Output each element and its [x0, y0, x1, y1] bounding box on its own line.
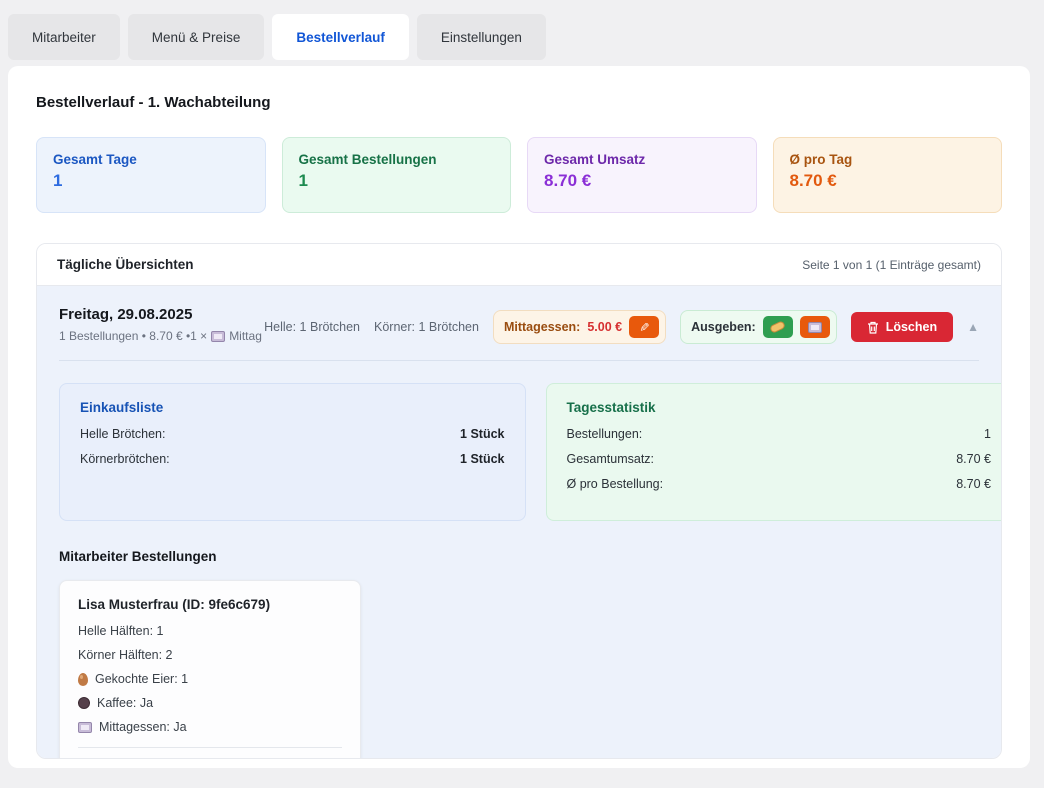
- order-line-label: Helle Hälften: 1: [78, 624, 163, 638]
- order-line: Körner Hälften: 2: [78, 648, 342, 662]
- row-value: 8.70 €: [956, 477, 991, 491]
- stats-row: Gesamt Tage 1 Gesamt Bestellungen 1 Gesa…: [36, 137, 1002, 213]
- tagesstatistik-title: Tagesstatistik: [567, 400, 992, 415]
- stat-card-gesamt-bestellungen: Gesamt Bestellungen 1: [282, 137, 512, 213]
- daily-overview-title: Tägliche Übersichten: [57, 257, 194, 272]
- row-value: 8.70 €: [956, 452, 991, 466]
- egg-icon: [78, 673, 88, 686]
- stat-card-avg-pro-tag: Ø pro Tag 8.70 €: [773, 137, 1003, 213]
- order-line-label: Kaffee: Ja: [97, 696, 153, 710]
- mittagessen-price: 5.00 €: [587, 320, 622, 334]
- delete-day-button[interactable]: Löschen: [851, 312, 953, 342]
- stat-value: 1: [53, 171, 249, 191]
- order-line: Kaffee: Ja: [78, 696, 342, 710]
- delete-day-label: Löschen: [886, 320, 937, 334]
- day-date: Freitag, 29.08.2025: [59, 306, 262, 323]
- order-line: Mittagessen: Ja: [78, 720, 342, 734]
- tab-mitarbeiter[interactable]: Mitarbeiter: [8, 14, 120, 60]
- stat-label: Gesamt Tage: [53, 152, 249, 167]
- einkaufsliste-panel: Einkaufsliste Helle Brötchen: 1 Stück Kö…: [59, 383, 526, 521]
- day-divider: [59, 360, 979, 361]
- give-bread-button[interactable]: [763, 316, 793, 338]
- tagesstatistik-row: Bestellungen: 1: [567, 427, 992, 441]
- employee-order-card: Lisa Musterfrau (ID: 9fe6c679) Helle Häl…: [59, 580, 361, 759]
- row-value: 1 Stück: [460, 452, 504, 466]
- order-line-label: Gekochte Eier: 1: [95, 672, 188, 686]
- stat-value: 1: [299, 171, 495, 191]
- stat-label: Gesamt Umsatz: [544, 152, 740, 167]
- row-label: Ø pro Bestellung:: [567, 477, 664, 491]
- day-header-row: Freitag, 29.08.2025 1 Bestellungen • 8.7…: [59, 306, 979, 344]
- koerner-count: Körner: 1 Brötchen: [374, 320, 479, 334]
- row-value: 1: [984, 427, 991, 441]
- order-line: Gekochte Eier: 1: [78, 672, 342, 686]
- bento-icon: [78, 722, 92, 733]
- row-label: Körnerbrötchen:: [80, 452, 170, 466]
- tab-bestellverlauf[interactable]: Bestellverlauf: [272, 14, 409, 60]
- mittagessen-label: Mittagessen:: [504, 320, 580, 334]
- ausgeben-label: Ausgeben:: [691, 320, 756, 334]
- tagesstatistik-row: Ø pro Bestellung: 8.70 €: [567, 477, 992, 491]
- order-line-label: Körner Hälften: 2: [78, 648, 173, 662]
- tab-einstellungen[interactable]: Einstellungen: [417, 14, 546, 60]
- trash-icon: [867, 321, 879, 334]
- day-summary-text: 1 Bestellungen • 8.70 € •1 ×: [59, 329, 207, 343]
- stat-card-gesamt-umsatz: Gesamt Umsatz 8.70 €: [527, 137, 757, 213]
- chevron-up-icon[interactable]: ▲: [967, 320, 979, 334]
- bento-icon: [808, 322, 822, 333]
- einkaufsliste-row: Helle Brötchen: 1 Stück: [80, 427, 505, 441]
- day-info: Freitag, 29.08.2025 1 Bestellungen • 8.7…: [59, 306, 262, 343]
- main-content-card: Bestellverlauf - 1. Wachabteilung Gesamt…: [8, 66, 1030, 768]
- page-title: Bestellverlauf - 1. Wachabteilung: [36, 94, 1002, 111]
- row-label: Gesamtumsatz:: [567, 452, 655, 466]
- row-label: Bestellungen:: [567, 427, 643, 441]
- day-summary: 1 Bestellungen • 8.70 € •1 × Mittag: [59, 329, 262, 343]
- bread-icon: [769, 320, 786, 334]
- row-label: Helle Brötchen:: [80, 427, 165, 441]
- mittagessen-chip: Mittagessen: 5.00 € ✎: [493, 310, 666, 344]
- daily-overview-header: Tägliche Übersichten Seite 1 von 1 (1 Ei…: [37, 244, 1001, 286]
- day-panels: Einkaufsliste Helle Brötchen: 1 Stück Kö…: [59, 383, 1002, 521]
- pencil-icon: ✎: [638, 322, 650, 332]
- order-line: Helle Hälften: 1: [78, 624, 342, 638]
- daily-overview-body: Freitag, 29.08.2025 1 Bestellungen • 8.7…: [37, 286, 1001, 758]
- helle-count: Helle: 1 Brötchen: [264, 320, 360, 334]
- tagesstatistik-panel: Tagesstatistik Bestellungen: 1 Gesamtums…: [546, 383, 1003, 521]
- ausgeben-chip: Ausgeben:: [680, 310, 837, 344]
- daily-overview-section: Tägliche Übersichten Seite 1 von 1 (1 Ei…: [36, 243, 1002, 759]
- bento-icon: [211, 331, 225, 342]
- stat-value: 8.70 €: [544, 171, 740, 191]
- tab-menu-preise[interactable]: Menü & Preise: [128, 14, 265, 60]
- stat-card-gesamt-tage: Gesamt Tage 1: [36, 137, 266, 213]
- stat-label: Ø pro Tag: [790, 152, 986, 167]
- day-summary-lunch-label: Mittag: [229, 329, 262, 343]
- order-line-label: Mittagessen: Ja: [99, 720, 187, 734]
- tab-bar: Mitarbeiter Menü & Preise Bestellverlauf…: [0, 0, 1044, 60]
- stat-label: Gesamt Bestellungen: [299, 152, 495, 167]
- einkaufsliste-row: Körnerbrötchen: 1 Stück: [80, 452, 505, 466]
- day-controls: Helle: 1 Brötchen Körner: 1 Brötchen Mit…: [264, 310, 979, 344]
- coffee-icon: [78, 697, 90, 709]
- stat-value: 8.70 €: [790, 171, 986, 191]
- employee-name: Lisa Musterfrau (ID: 9fe6c679): [78, 597, 342, 612]
- edit-mittagessen-button[interactable]: ✎: [629, 316, 659, 338]
- employee-orders-title: Mitarbeiter Bestellungen: [59, 549, 979, 564]
- einkaufsliste-title: Einkaufsliste: [80, 400, 505, 415]
- pagination-info: Seite 1 von 1 (1 Einträge gesamt): [802, 258, 981, 272]
- tagesstatistik-row: Gesamtumsatz: 8.70 €: [567, 452, 992, 466]
- order-card-divider: [78, 747, 342, 748]
- row-value: 1 Stück: [460, 427, 504, 441]
- give-lunch-button[interactable]: [800, 316, 830, 338]
